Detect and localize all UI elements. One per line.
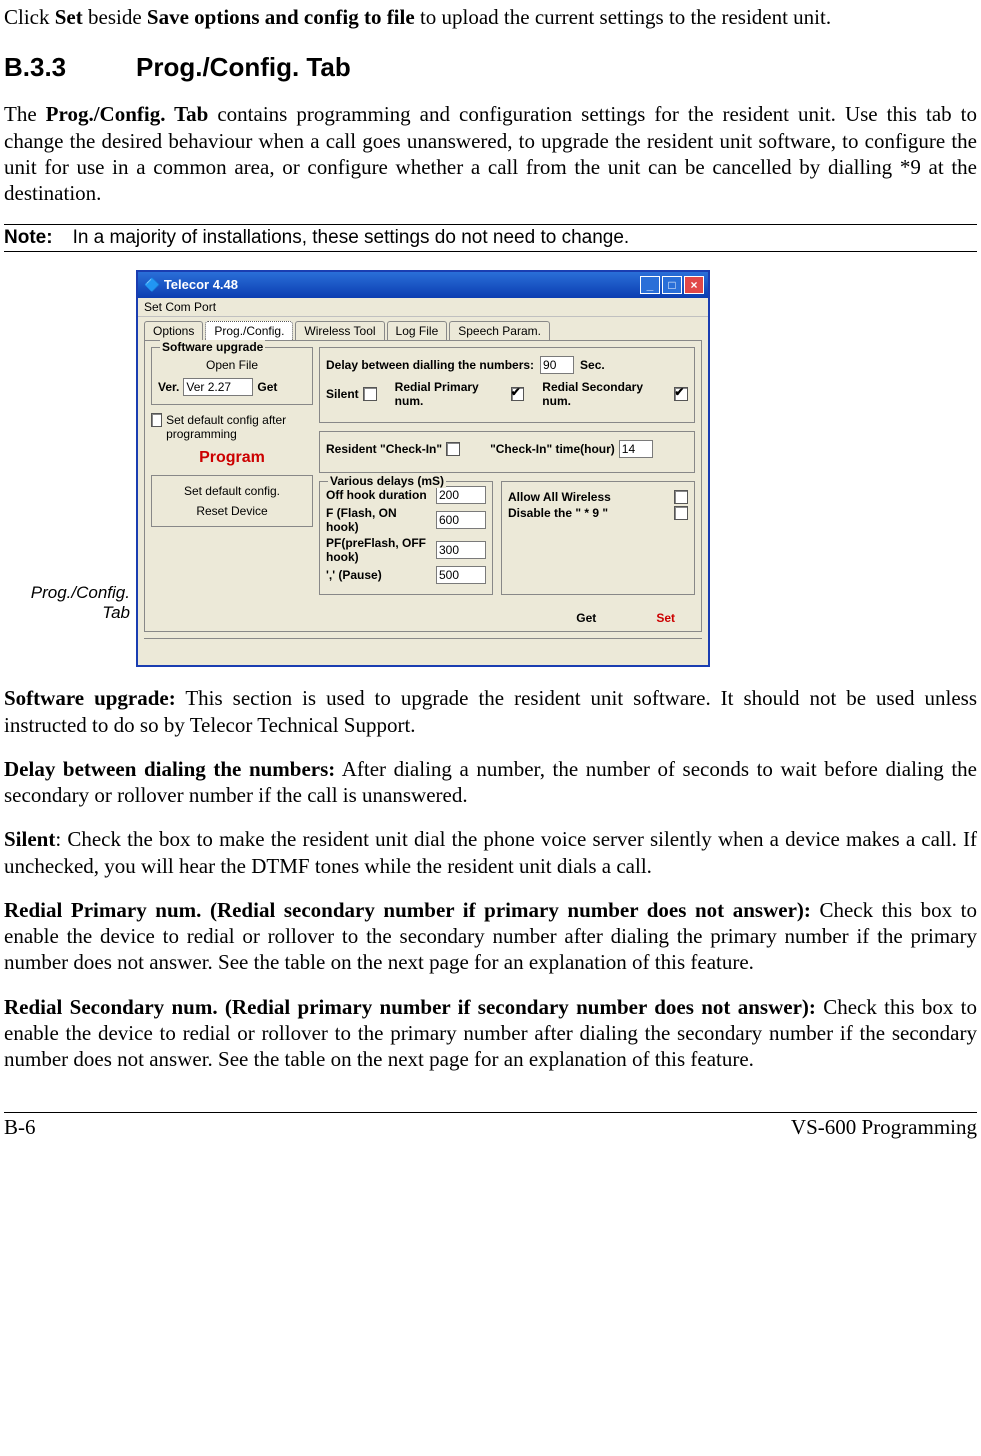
text: The: [4, 102, 46, 126]
text: : Check the box to make the resident uni…: [4, 827, 977, 877]
figure-area: Prog./Config. Tab 🔷 Telecor 4.48 _ □ × S…: [4, 270, 977, 667]
pause-input[interactable]: [436, 566, 486, 584]
flash-input[interactable]: [436, 511, 486, 529]
para-redial-primary: Redial Primary num. (Redial secondary nu…: [4, 897, 977, 976]
open-file-button[interactable]: Open File: [165, 356, 298, 374]
right-column: Delay between dialling the numbers: Sec.…: [319, 347, 695, 625]
bold-prog-config-tab: Prog./Config. Tab: [46, 102, 209, 126]
set-default-after-label: Set default config after programming: [166, 413, 313, 441]
offhook-input[interactable]: [436, 486, 486, 504]
set-default-config-button[interactable]: Set default config.: [158, 484, 306, 498]
tab-wireless-tool[interactable]: Wireless Tool: [295, 321, 384, 340]
note-text: In a majority of installations, these se…: [73, 227, 630, 249]
tabs-row: Options Prog./Config. Wireless Tool Log …: [138, 317, 708, 340]
para-silent: Silent: Check the box to make the reside…: [4, 826, 977, 879]
set-default-after-checkbox[interactable]: [151, 413, 162, 427]
offhook-label: Off hook duration: [326, 488, 427, 502]
checkin-checkbox[interactable]: [446, 442, 460, 456]
checkin-time-label: "Check-In" time(hour): [490, 442, 615, 456]
close-button[interactable]: ×: [684, 276, 704, 294]
redial-secondary-checkbox[interactable]: [674, 387, 688, 401]
tab-speech-param[interactable]: Speech Param.: [449, 321, 550, 340]
flash-label: F (Flash, ON hook): [326, 506, 432, 534]
bold: Redial Primary num. (Redial secondary nu…: [4, 898, 811, 922]
delay-input[interactable]: [540, 356, 574, 374]
menu-set-com-port[interactable]: Set Com Port: [144, 300, 216, 314]
group-title-delays: Various delays (mS): [328, 474, 446, 488]
left-column: Software upgrade Open File Ver. Get Set …: [151, 347, 313, 625]
heading-b33: B.3.3Prog./Config. Tab: [4, 52, 977, 83]
window-title: 🔷 Telecor 4.48: [144, 277, 238, 293]
text: to upload the current settings to the re…: [415, 5, 831, 29]
group-dial-behaviour: Delay between dialling the numbers: Sec.…: [319, 347, 695, 423]
maximize-button[interactable]: □: [662, 276, 682, 294]
group-checkin: Resident "Check-In" "Check-In" time(hour…: [319, 431, 695, 473]
checkin-time-input[interactable]: [619, 440, 653, 458]
note-block: Note: In a majority of installations, th…: [4, 224, 977, 252]
bold: Silent: [4, 827, 55, 851]
bold: Delay between dialing the numbers:: [4, 757, 335, 781]
reset-device-button[interactable]: Reset Device: [158, 504, 306, 518]
heading-title: Prog./Config. Tab: [136, 52, 351, 82]
menubar: Set Com Port: [138, 298, 708, 317]
redial-primary-checkbox[interactable]: [511, 387, 525, 401]
program-button[interactable]: Program: [151, 449, 313, 467]
minimize-button[interactable]: _: [640, 276, 660, 294]
redial-primary-label: Redial Primary num.: [395, 380, 507, 408]
tab-prog-config[interactable]: Prog./Config.: [205, 321, 293, 340]
para-redial-secondary: Redial Secondary num. (Redial primary nu…: [4, 994, 977, 1073]
get-version-button[interactable]: Get: [257, 380, 277, 394]
note-label: Note:: [4, 227, 53, 249]
titlebar[interactable]: 🔷 Telecor 4.48 _ □ ×: [138, 272, 708, 298]
disable-star9-checkbox[interactable]: [674, 506, 688, 520]
footer-left: B-6: [4, 1115, 36, 1140]
text: Click: [4, 5, 55, 29]
silent-label: Silent: [326, 387, 359, 401]
para-intro-top: Click Set beside Save options and config…: [4, 4, 977, 30]
pause-label: ',' (Pause): [326, 568, 382, 582]
para-software-upgrade: Software upgrade: This section is used t…: [4, 685, 977, 738]
bold-set: Set: [55, 5, 83, 29]
disable-star9-label: Disable the " * 9 ": [508, 506, 608, 520]
allow-wireless-label: Allow All Wireless: [508, 490, 611, 504]
sec-label: Sec.: [580, 358, 605, 372]
tab-log-file[interactable]: Log File: [387, 321, 448, 340]
figure-caption: Prog./Config. Tab: [4, 583, 130, 667]
pane-prog-config: Software upgrade Open File Ver. Get Set …: [144, 340, 702, 632]
bold-save-options: Save options and config to file: [147, 5, 415, 29]
text: beside: [83, 5, 147, 29]
statusbar: [144, 638, 702, 661]
group-title-software-upgrade: Software upgrade: [160, 340, 265, 354]
set-button[interactable]: Set: [656, 611, 675, 625]
bold: Redial Secondary num. (Redial primary nu…: [4, 995, 816, 1019]
para-intro: The Prog./Config. Tab contains programmi…: [4, 101, 977, 206]
silent-checkbox[interactable]: [363, 387, 377, 401]
preflash-input[interactable]: [436, 541, 486, 559]
page-footer: B-6 VS-600 Programming: [4, 1112, 977, 1140]
group-defaults: Set default config. Reset Device: [151, 475, 313, 527]
window-telecor: 🔷 Telecor 4.48 _ □ × Set Com Port Option…: [136, 270, 710, 667]
get-button[interactable]: Get: [576, 611, 596, 625]
group-software-upgrade: Software upgrade Open File Ver. Get: [151, 347, 313, 405]
heading-number: B.3.3: [4, 52, 136, 83]
para-delay: Delay between dialing the numbers: After…: [4, 756, 977, 809]
checkin-label: Resident "Check-In": [326, 442, 442, 456]
redial-secondary-label: Redial Secondary num.: [542, 380, 670, 408]
allow-wireless-checkbox[interactable]: [674, 490, 688, 504]
group-allow: Allow All Wireless Disable the " * 9 ": [501, 481, 695, 595]
version-input[interactable]: [183, 378, 253, 396]
ver-label: Ver.: [158, 380, 179, 394]
footer-right: VS-600 Programming: [791, 1115, 977, 1140]
tab-options[interactable]: Options: [144, 321, 203, 340]
delay-label: Delay between dialling the numbers:: [326, 358, 534, 372]
bold: Software upgrade:: [4, 686, 176, 710]
group-various-delays: Various delays (mS) Off hook duration F …: [319, 481, 493, 595]
preflash-label: PF(preFlash, OFF hook): [326, 536, 432, 564]
